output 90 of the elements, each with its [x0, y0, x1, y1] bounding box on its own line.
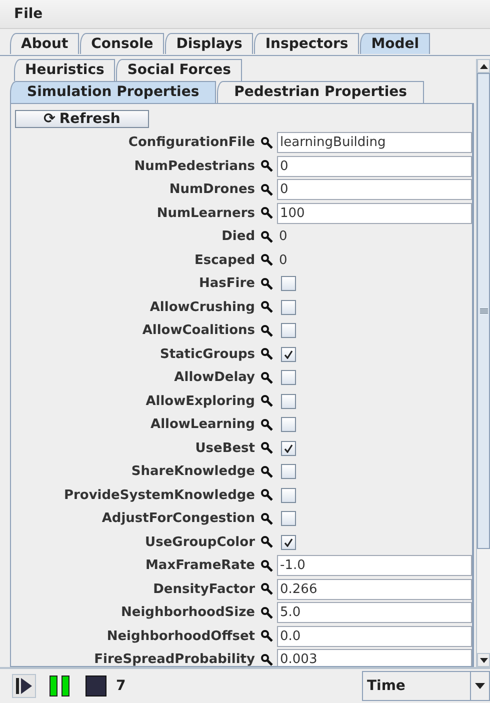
property-label: FireSpreadProbability: [93, 652, 256, 666]
property-label: NeighborhoodOffset: [106, 628, 256, 644]
checkbox[interactable]: [281, 534, 296, 550]
property-label: Escaped: [193, 252, 256, 268]
property-label: NumPedestrians: [133, 158, 256, 174]
tab[interactable]: Pedestrian Properties: [217, 81, 424, 103]
grip-icon[interactable]: [480, 308, 488, 314]
magnifier-icon: [261, 654, 273, 666]
checkbox[interactable]: [281, 276, 296, 292]
value-field[interactable]: learningBuilding: [277, 132, 472, 154]
property-label: DensityFactor: [152, 582, 256, 597]
tab[interactable]: Console: [80, 33, 164, 54]
time-dropdown[interactable]: Time: [362, 671, 490, 701]
magnifier-icon: [261, 536, 273, 548]
magnifier-icon: [261, 184, 273, 196]
property-label: AllowCrushing: [148, 300, 256, 315]
tab[interactable]: Displays: [165, 33, 254, 54]
property-label: HasFire: [198, 276, 256, 292]
magnifier-icon: [261, 301, 273, 314]
magnifier-icon: [261, 583, 273, 596]
checkbox[interactable]: [281, 323, 296, 338]
down-arrow-icon[interactable]: [480, 658, 488, 662]
property-label: NumDrones: [168, 182, 256, 198]
magnifier-icon: [261, 630, 273, 642]
play-button[interactable]: [12, 674, 36, 698]
caret-icon: [475, 683, 485, 689]
tab[interactable]: Social Forces: [116, 59, 242, 81]
property-label: ShareKnowledge: [130, 464, 256, 480]
checkbox[interactable]: [281, 300, 296, 315]
magnifier-icon: [261, 230, 273, 243]
stop-button[interactable]: [84, 674, 108, 698]
up-arrow-icon[interactable]: [480, 64, 488, 68]
property-label: AllowExploring: [144, 394, 256, 409]
tab[interactable]: Simulation Properties: [10, 81, 216, 103]
checkbox[interactable]: [281, 488, 296, 503]
property-label: ProvideSystemKnowledge: [62, 488, 256, 503]
magnifier-icon: [261, 207, 273, 220]
value-text: 0: [278, 229, 288, 244]
magnifier-icon: [261, 136, 273, 149]
tab[interactable]: Inspectors: [254, 33, 360, 54]
checkbox[interactable]: [281, 370, 296, 386]
tab[interactable]: Model: [360, 33, 430, 54]
property-label: AllowLearning: [150, 417, 256, 432]
magnifier-icon: [261, 395, 273, 408]
magnifier-icon: [261, 418, 273, 431]
property-label: UseBest: [194, 440, 256, 456]
magnifier-icon: [261, 442, 273, 454]
checkbox[interactable]: [281, 417, 296, 432]
value-field[interactable]: 0: [277, 179, 472, 200]
magnifier-icon: [261, 160, 273, 172]
value-field[interactable]: 0: [277, 156, 472, 177]
value-field[interactable]: 0.0: [277, 626, 472, 647]
magnifier-icon: [261, 372, 273, 384]
magnifier-icon: [261, 348, 273, 360]
property-label: StaticGroups: [158, 346, 256, 362]
magnifier-icon: [261, 606, 273, 619]
property-label: MaxFrameRate: [144, 558, 256, 574]
value-field[interactable]: 100: [277, 202, 472, 224]
property-label: AdjustForCongestion: [100, 511, 256, 526]
magnifier-icon: [261, 560, 273, 572]
value-field[interactable]: 0.266: [277, 578, 472, 600]
checkbox[interactable]: [281, 394, 296, 409]
tab[interactable]: About: [10, 33, 80, 54]
value-field[interactable]: 5.0: [277, 602, 472, 624]
checkbox[interactable]: [281, 440, 296, 456]
refresh-button[interactable]: ⟳ Refresh: [15, 110, 149, 128]
magnifier-icon: [261, 254, 273, 266]
magnifier-icon: [261, 324, 273, 337]
scrollbar[interactable]: [476, 59, 490, 667]
menu-item[interactable]: File: [6, 6, 51, 22]
value-text: 0: [278, 252, 288, 268]
property-label: ConfigurationFile: [127, 135, 256, 150]
value-field[interactable]: -1.0: [277, 555, 472, 576]
magnifier-icon: [261, 466, 273, 478]
checkbox[interactable]: [281, 511, 296, 526]
magnifier-icon: [261, 278, 273, 290]
value-field[interactable]: 0.003: [277, 649, 472, 666]
magnifier-icon: [261, 489, 273, 502]
checkbox[interactable]: [281, 346, 296, 362]
property-label: AllowDelay: [173, 370, 256, 386]
property-label: Died: [220, 229, 256, 244]
property-label: AllowCoalitions: [141, 323, 256, 338]
magnifier-icon: [261, 512, 273, 525]
checkbox[interactable]: [281, 464, 296, 480]
property-label: NumLearners: [156, 206, 256, 221]
step-count: 7: [116, 678, 126, 694]
tab[interactable]: Heuristics: [14, 59, 116, 81]
property-label: UseGroupColor: [144, 534, 256, 550]
pause-button[interactable]: [48, 674, 72, 698]
property-label: NeighborhoodSize: [120, 605, 256, 620]
